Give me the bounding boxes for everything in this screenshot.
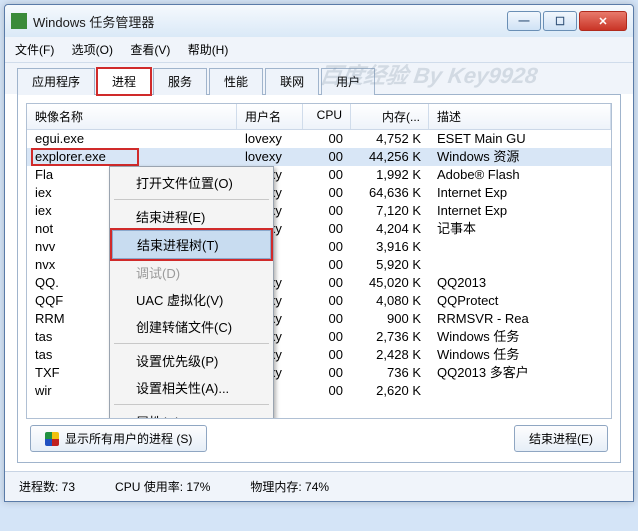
cell-memory: 5,920 K <box>351 256 429 274</box>
cell-desc: Internet Exp <box>429 202 611 220</box>
cell-desc: QQ2013 <box>429 274 611 292</box>
cell-desc <box>429 256 611 274</box>
shield-icon <box>45 432 59 446</box>
cell-cpu: 00 <box>303 256 351 274</box>
ctx-end-process-tree[interactable]: 结束进程树(T) <box>112 230 271 259</box>
cell-memory: 4,080 K <box>351 292 429 310</box>
window-title: Windows 任务管理器 <box>33 12 507 31</box>
cell-cpu: 00 <box>303 202 351 220</box>
cell-cpu: 00 <box>303 184 351 202</box>
cell-user: lovexy <box>237 130 303 148</box>
maximize-button[interactable] <box>543 11 577 31</box>
cell-cpu: 00 <box>303 166 351 184</box>
cell-cpu: 00 <box>303 310 351 328</box>
cell-desc: Windows 资源 <box>429 148 611 166</box>
ctx-properties[interactable]: 属性(R) <box>112 408 271 418</box>
process-table: 映像名称 用户名 CPU 内存(... 描述 egui.exelovexy004… <box>26 103 612 419</box>
status-physical-memory: 物理内存: 74% <box>250 478 329 495</box>
cell-cpu: 00 <box>303 382 351 400</box>
cell-memory: 900 K <box>351 310 429 328</box>
close-button[interactable] <box>579 11 627 31</box>
cell-desc <box>429 238 611 256</box>
tab-applications[interactable]: 应用程序 <box>17 68 95 95</box>
tab-services[interactable]: 服务 <box>153 68 207 95</box>
col-user[interactable]: 用户名 <box>237 104 303 129</box>
minimize-button[interactable] <box>507 11 541 31</box>
cell-desc: Windows 任务 <box>429 346 611 364</box>
cell-cpu: 00 <box>303 274 351 292</box>
tab-users[interactable]: 用户 <box>321 68 375 95</box>
table-row[interactable]: egui.exelovexy004,752 KESET Main GU <box>27 130 611 148</box>
ctx-debug: 调试(D) <box>112 259 271 286</box>
cell-memory: 2,736 K <box>351 328 429 346</box>
col-memory[interactable]: 内存(... <box>351 104 429 129</box>
tab-networking[interactable]: 联网 <box>265 68 319 95</box>
cell-memory: 4,752 K <box>351 130 429 148</box>
table-header: 映像名称 用户名 CPU 内存(... 描述 <box>27 104 611 130</box>
title-bar[interactable]: Windows 任务管理器 <box>5 5 633 37</box>
menu-options[interactable]: 选项(O) <box>72 43 113 57</box>
cell-desc: RRMSVR - Rea <box>429 310 611 328</box>
menu-bar: 文件(F) 选项(O) 查看(V) 帮助(H) <box>5 37 633 63</box>
col-cpu[interactable]: CPU <box>303 104 351 129</box>
cell-image: egui.exe <box>27 130 237 148</box>
menu-help[interactable]: 帮助(H) <box>188 43 229 57</box>
cell-desc: Adobe® Flash <box>429 166 611 184</box>
cell-user: lovexy <box>237 148 303 166</box>
cell-memory: 44,256 K <box>351 148 429 166</box>
cell-memory: 64,636 K <box>351 184 429 202</box>
cell-desc: Internet Exp <box>429 184 611 202</box>
cell-image: explorer.exe <box>27 148 237 166</box>
cell-desc: 记事本 <box>429 220 611 238</box>
cell-cpu: 00 <box>303 346 351 364</box>
menu-view[interactable]: 查看(V) <box>130 43 170 57</box>
end-process-button[interactable]: 结束进程(E) <box>514 425 608 452</box>
cell-cpu: 00 <box>303 220 351 238</box>
tab-row: 应用程序 进程 服务 性能 联网 用户 <box>5 63 633 94</box>
col-description[interactable]: 描述 <box>429 104 611 129</box>
ctx-set-affinity[interactable]: 设置相关性(A)... <box>112 374 271 401</box>
cell-desc: Windows 任务 <box>429 328 611 346</box>
ctx-end-process[interactable]: 结束进程(E) <box>112 203 271 230</box>
show-all-users-button[interactable]: 显示所有用户的进程 (S) <box>30 425 207 452</box>
cell-cpu: 00 <box>303 130 351 148</box>
task-manager-window: Windows 任务管理器 文件(F) 选项(O) 查看(V) 帮助(H) 应用… <box>4 4 634 502</box>
cell-cpu: 00 <box>303 292 351 310</box>
context-menu: 打开文件位置(O) 结束进程(E) 结束进程树(T) 调试(D) UAC 虚拟化… <box>109 166 274 418</box>
cell-memory: 1,992 K <box>351 166 429 184</box>
ctx-create-dump[interactable]: 创建转储文件(C) <box>112 313 271 340</box>
ctx-uac-virtualization[interactable]: UAC 虚拟化(V) <box>112 286 271 313</box>
ctx-open-file-location[interactable]: 打开文件位置(O) <box>112 169 271 196</box>
cell-memory: 2,620 K <box>351 382 429 400</box>
cell-memory: 7,120 K <box>351 202 429 220</box>
cell-memory: 736 K <box>351 364 429 382</box>
cell-desc: QQProtect <box>429 292 611 310</box>
app-icon <box>11 13 27 29</box>
table-row[interactable]: explorer.exelovexy0044,256 KWindows 资源 <box>27 148 611 166</box>
processes-panel: 映像名称 用户名 CPU 内存(... 描述 egui.exelovexy004… <box>17 94 621 463</box>
table-body[interactable]: egui.exelovexy004,752 KESET Main GUexplo… <box>27 130 611 418</box>
status-process-count: 进程数: 73 <box>19 478 75 495</box>
cell-cpu: 00 <box>303 328 351 346</box>
cell-cpu: 00 <box>303 238 351 256</box>
cell-memory: 2,428 K <box>351 346 429 364</box>
tab-processes[interactable]: 进程 <box>97 68 151 95</box>
cell-cpu: 00 <box>303 364 351 382</box>
cell-desc: ESET Main GU <box>429 130 611 148</box>
cell-memory: 45,020 K <box>351 274 429 292</box>
status-bar: 进程数: 73 CPU 使用率: 17% 物理内存: 74% <box>5 471 633 501</box>
cell-memory: 3,916 K <box>351 238 429 256</box>
menu-file[interactable]: 文件(F) <box>15 43 54 57</box>
cell-desc <box>429 382 611 400</box>
panel-buttons: 显示所有用户的进程 (S) 结束进程(E) <box>26 419 612 454</box>
tab-performance[interactable]: 性能 <box>209 68 263 95</box>
cell-desc: QQ2013 多客户 <box>429 364 611 382</box>
cell-memory: 4,204 K <box>351 220 429 238</box>
cell-cpu: 00 <box>303 148 351 166</box>
ctx-set-priority[interactable]: 设置优先级(P) <box>112 347 271 374</box>
status-cpu-usage: CPU 使用率: 17% <box>115 478 210 495</box>
show-all-users-label: 显示所有用户的进程 (S) <box>65 430 192 447</box>
col-image-name[interactable]: 映像名称 <box>27 104 237 129</box>
